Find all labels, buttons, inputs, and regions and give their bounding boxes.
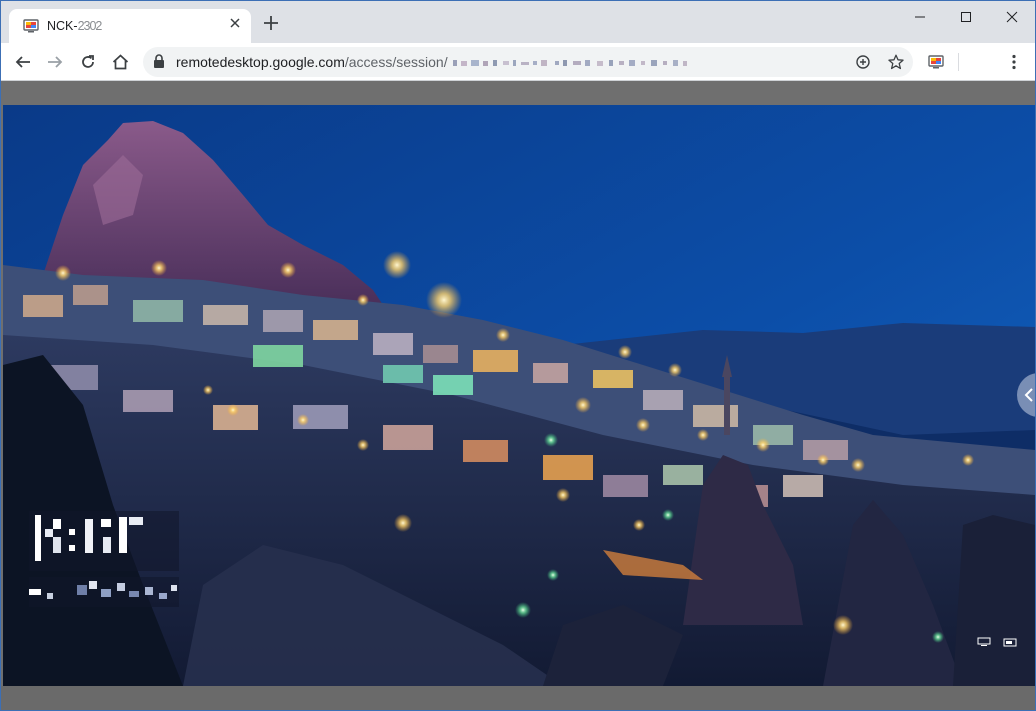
lock-icon (154, 54, 164, 68)
browser-window: NCK-2302 remotedesktop.google.com/access… (0, 0, 1036, 711)
close-window-button[interactable] (989, 1, 1035, 33)
minimize-button[interactable] (897, 1, 943, 33)
arrow-right-icon (48, 56, 63, 68)
home-button[interactable] (107, 49, 133, 75)
reload-icon (82, 55, 94, 68)
maximize-icon (961, 12, 971, 22)
tab-title: NCK-2302 (47, 19, 103, 33)
chrome-remote-desktop-icon (23, 19, 39, 33)
viewport-bottom-margin (1, 686, 1035, 710)
home-icon (112, 54, 128, 70)
bookmark-button[interactable] (886, 52, 906, 72)
url-text: remotedesktop.google.com/access/session/ (176, 54, 701, 70)
lock-screen-clock-masked (29, 511, 179, 607)
tab-strip: NCK-2302 (1, 1, 1035, 43)
tab-remote-desktop[interactable]: NCK-2302 (9, 9, 251, 43)
network-icon[interactable] (977, 637, 991, 647)
browser-menu-button[interactable] (1001, 49, 1027, 75)
plus-icon (264, 16, 278, 30)
back-button[interactable] (10, 49, 36, 75)
remote-desktop-extension-button[interactable] (923, 49, 949, 75)
arrow-left-icon (15, 56, 30, 68)
minimize-icon (915, 16, 925, 18)
url-host: remotedesktop.google.com (176, 54, 345, 70)
zoom-button[interactable] (853, 52, 873, 72)
toolbar-separator (958, 53, 959, 71)
chevron-left-icon (1024, 388, 1033, 402)
remote-desktop-extension-icon (928, 55, 944, 69)
forward-button[interactable] (42, 49, 68, 75)
tab-title-masked: 2302 (77, 19, 103, 33)
close-tab-icon[interactable] (227, 17, 243, 33)
reload-button[interactable] (75, 49, 101, 75)
browser-toolbar: remotedesktop.google.com/access/session/ (1, 43, 1035, 81)
address-bar[interactable]: remotedesktop.google.com/access/session/ (143, 47, 913, 77)
star-icon (888, 54, 904, 70)
remote-session-viewport[interactable] (1, 81, 1035, 710)
url-path: /access/session/ (344, 54, 448, 70)
zoom-icon (856, 55, 870, 69)
accessibility-icon[interactable] (1003, 637, 1017, 647)
kebab-menu-icon (1012, 54, 1016, 70)
new-tab-button[interactable] (261, 14, 281, 34)
close-icon (1006, 11, 1018, 23)
maximize-button[interactable] (943, 1, 989, 33)
url-session-id-masked (453, 60, 688, 67)
